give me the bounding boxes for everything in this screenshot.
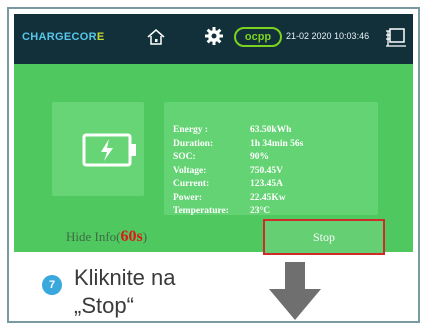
top-bar: CHARGECORE ocpp 21-02 2020 10:03:46 bbox=[14, 14, 413, 64]
hide-info-label-end: ) bbox=[142, 229, 148, 244]
hide-info-label: Hide Info( bbox=[66, 229, 121, 244]
logo-text-accent: E bbox=[96, 31, 105, 43]
instruction-text-line2: „Stop“ bbox=[74, 293, 134, 318]
logo-text: CHARGECOR bbox=[22, 31, 97, 43]
info-row-power: Power: 22.45Kw bbox=[173, 193, 303, 207]
info-value: 23°C bbox=[250, 206, 271, 216]
info-value: 1h 34min 56s bbox=[250, 138, 304, 149]
home-icon[interactable] bbox=[146, 27, 166, 47]
datetime-display: 21-02 2020 10:03:46 bbox=[286, 31, 370, 41]
arrow-down-icon bbox=[269, 262, 321, 320]
info-label: SOC: bbox=[173, 152, 196, 162]
step-number-badge: 7 bbox=[42, 275, 62, 295]
info-row-soc: SOC: 90% bbox=[173, 152, 303, 166]
ocpp-badge: ocpp bbox=[234, 27, 282, 47]
info-row-energy: Energy : 63.50kWh bbox=[173, 125, 303, 139]
info-value: 123.45A bbox=[250, 179, 283, 189]
info-label: Power: bbox=[173, 192, 203, 203]
info-value: 90% bbox=[250, 152, 269, 162]
info-value: 750.45V bbox=[250, 165, 283, 176]
charging-info-list: Energy : 63.50kWh Duration: 1h 34min 56s S… bbox=[173, 125, 303, 220]
charging-plug-icon bbox=[386, 28, 406, 47]
instruction-text-line1: Kliknite na bbox=[74, 265, 176, 290]
stop-button[interactable]: Stop bbox=[263, 219, 385, 255]
battery-charging-icon bbox=[82, 133, 136, 167]
info-row-current: Current: 123.45A bbox=[173, 179, 303, 193]
info-value: 22.45Kw bbox=[250, 192, 286, 203]
chargecore-logo: CHARGECORE bbox=[22, 31, 104, 43]
hide-info-timer: 60s bbox=[120, 228, 143, 245]
info-row-temperature: Temperature: 23°C bbox=[173, 206, 303, 220]
gear-icon[interactable] bbox=[204, 26, 224, 46]
hide-info-button[interactable]: Hide Info(60s) bbox=[66, 228, 147, 246]
info-label: Current: bbox=[173, 179, 210, 189]
info-label: Voltage: bbox=[173, 165, 207, 176]
info-row-duration: Duration: 1h 34min 56s bbox=[173, 139, 303, 153]
info-label: Temperature: bbox=[173, 206, 229, 216]
info-label: Duration: bbox=[173, 138, 214, 149]
info-row-voltage: Voltage: 750.45V bbox=[173, 166, 303, 180]
info-value: 63.50kWh bbox=[250, 125, 292, 135]
info-label: Energy : bbox=[173, 125, 209, 135]
